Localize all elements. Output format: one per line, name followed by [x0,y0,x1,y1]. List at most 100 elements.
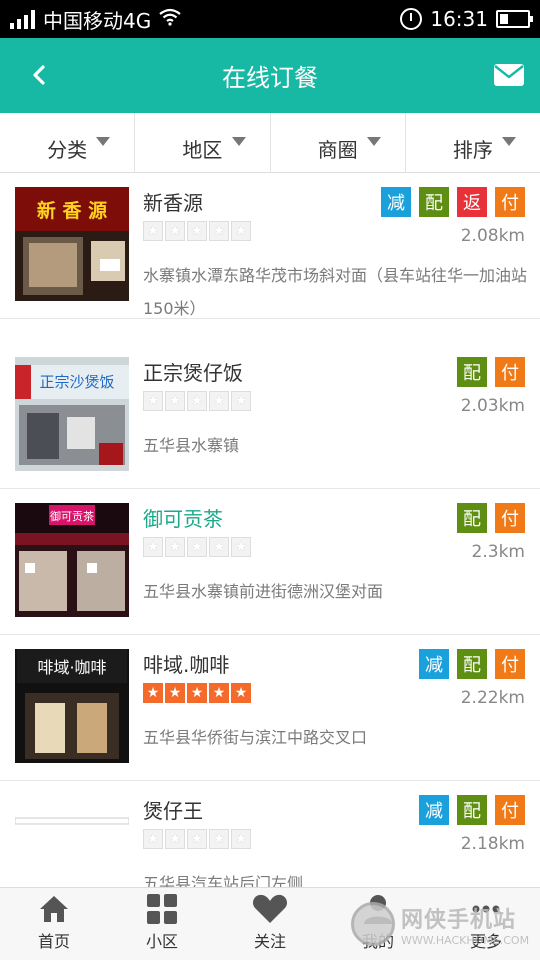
envelope-icon[interactable] [494,64,524,86]
watermark: 网侠手机站 WWW.HACKHOME.COM [351,893,536,955]
star-icon: ★ [187,683,207,703]
sign-text: 正宗沙煲饭 [39,373,114,391]
restaurant-list[interactable]: 新 香 源 新香源 ★ ★ ★ ★ ★ 减配返付 2.08km 水寨镇水潭东路华茂市场斜… [0,173,540,887]
status-bar: 中国移动4G 16:31 [0,0,540,38]
restaurant-row[interactable]: 煲仔王 ★ ★ ★ ★ ★ 减配付 2.18km 五华县汽车站后门左侧 [0,781,540,887]
service-badges: 配付 [457,357,525,387]
distance: 2.03km [460,396,525,416]
battery-icon [496,10,533,28]
restaurant-photo [15,795,129,887]
restaurant-address: 五华县汽车站后门左侧 [143,874,304,887]
restaurant-row[interactable]: 御可贡茶 御可贡茶 ★ ★ ★ ★ ★ 配付 2.3km 五华县水寨镇前进街德洲汉堡对面 [0,489,540,635]
triangle-down-icon [231,137,246,146]
home-icon [40,896,68,922]
restaurant-name: 新香源 [143,191,203,215]
distance: 2.22km [460,688,525,708]
star-icon: ★ [231,391,251,411]
filter-bar: 分类 地区 商圈 排序 [0,113,540,173]
filter-sort[interactable]: 排序 [406,113,540,172]
restaurant-row[interactable]: 新 香 源 新香源 ★ ★ ★ ★ ★ 减配返付 2.08km 水寨镇水潭东路华茂市场斜… [0,173,540,319]
restaurant-name: 御可贡茶 [143,507,223,531]
rating-stars: ★ ★ ★ ★ ★ [143,683,251,703]
star-icon: ★ [209,391,229,411]
app-header: 在线订餐 [0,38,540,113]
star-icon: ★ [165,683,185,703]
service-badge: 配 [457,503,487,533]
star-icon: ★ [165,221,185,241]
restaurant-photo: 新 香 源 [15,187,129,301]
restaurant-name: 啡域.咖啡 [143,653,230,677]
sign-text: 啡域·咖啡 [37,658,106,677]
filter-category[interactable]: 分类 [0,113,136,172]
service-badges: 配付 [457,503,525,533]
clock-time: 16:31 [430,7,488,31]
nav-label: 关注 [253,932,286,951]
nav-home[interactable]: 首页 [0,888,108,960]
service-badges: 减配付 [419,649,525,679]
filter-business-area[interactable]: 商圈 [271,113,406,172]
restaurant-name: 正宗煲仔饭 [143,361,243,385]
star-icon: ★ [165,829,185,849]
alarm-icon [400,8,423,30]
restaurant-address: 五华县华侨街与滨江中路交叉口 [143,728,368,747]
grid-icon [147,894,177,924]
sign-text: 新 香 源 [37,199,107,222]
restaurant-name: 煲仔王 [143,799,203,823]
nav-community[interactable]: 小区 [108,888,216,960]
star-icon: ★ [209,683,229,703]
service-badge: 返 [457,187,487,217]
star-icon: ★ [187,221,207,241]
star-icon: ★ [187,537,207,557]
distance: 2.18km [460,834,525,854]
restaurant-photo: 啡域·咖啡 [15,649,129,763]
watermark-en: WWW.HACKHOME.COM [401,933,530,947]
star-icon: ★ [209,829,229,849]
star-icon: ★ [231,537,251,557]
chevron-left-icon[interactable] [26,60,56,90]
service-badge: 配 [457,649,487,679]
service-badge: 减 [381,187,411,217]
service-badge: 配 [457,795,487,825]
star-icon: ★ [143,683,163,703]
star-icon: ★ [187,829,207,849]
restaurant-row[interactable]: 正宗沙煲饭 正宗煲仔饭 ★ ★ ★ ★ ★ 配付 2.03km 五华县水寨镇 [0,343,540,489]
triangle-down-icon [366,137,381,146]
restaurant-address: 五华县水寨镇 [143,436,240,455]
triangle-down-icon [96,137,111,146]
star-icon: ★ [143,537,163,557]
filter-region[interactable]: 地区 [135,113,271,172]
star-icon: ★ [143,829,163,849]
signal-icon [10,9,35,29]
restaurant-address: 五华县水寨镇前进街德洲汉堡对面 [143,582,384,601]
star-icon: ★ [165,537,185,557]
service-badges: 减配付 [419,795,525,825]
star-icon: ★ [187,391,207,411]
service-badge: 付 [495,357,525,387]
sign-text: 御可贡茶 [50,509,94,523]
service-badge: 配 [419,187,449,217]
service-badge: 付 [495,649,525,679]
restaurant-row[interactable]: 啡域·咖啡 啡域.咖啡 ★ ★ ★ ★ ★ 减配付 2.22km 五华县华侨街与滨江中路… [0,635,540,781]
service-badge: 付 [495,187,525,217]
star-icon: ★ [231,221,251,241]
nav-label: 首页 [37,932,70,951]
service-badge: 减 [419,649,449,679]
triangle-down-icon [502,137,516,146]
distance: 2.3km [471,542,525,562]
filter-label: 排序 [452,138,493,162]
wifi-icon [159,8,181,31]
page-title: 在线订餐 [222,64,318,92]
star-icon: ★ [231,683,251,703]
service-badge: 减 [419,795,449,825]
star-icon: ★ [231,829,251,849]
nav-follow[interactable]: 关注 [216,888,324,960]
filter-label: 地区 [182,138,223,162]
distance: 2.08km [460,226,525,246]
filter-label: 分类 [47,138,88,162]
restaurant-photo: 正宗沙煲饭 [15,357,129,471]
service-badge: 付 [495,503,525,533]
service-badges: 减配返付 [381,187,525,217]
service-badge: 付 [495,795,525,825]
watermark-cn: 网侠手机站 [401,907,517,933]
rating-stars: ★ ★ ★ ★ ★ [143,391,251,411]
